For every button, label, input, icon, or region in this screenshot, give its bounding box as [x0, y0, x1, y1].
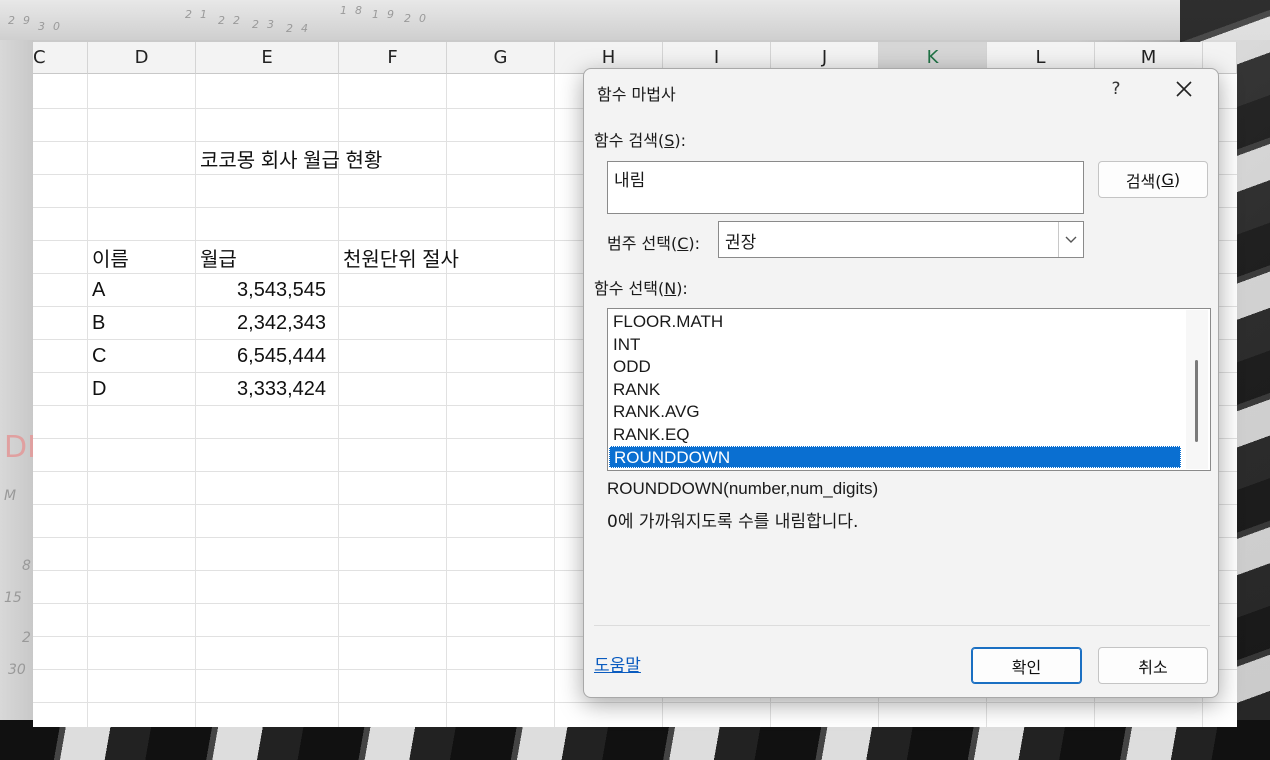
function-search-label: 함수 검색(S): [594, 127, 686, 151]
function-select-label: 함수 선택(N): [594, 275, 688, 299]
label-text: 함수 검색( [594, 131, 665, 150]
category-select[interactable]: 권장 [718, 221, 1084, 258]
name-cell[interactable]: A [92, 279, 105, 302]
column-header-d[interactable]: D [88, 42, 196, 74]
background-calendar: 29 30 21 22 23 24 18 19 20 [0, 0, 1270, 40]
background-mark: 8 [22, 558, 31, 574]
close-icon [1176, 81, 1192, 97]
column-header-e[interactable]: E [196, 42, 339, 74]
function-search-input[interactable]: 내림 [607, 161, 1084, 214]
column-header-f[interactable]: F [339, 42, 447, 74]
access-key: N [664, 279, 677, 298]
button-label: 검색( [1125, 171, 1162, 191]
grid-line [446, 74, 447, 727]
header-name-cell[interactable]: 이름 [92, 243, 129, 272]
grid-line [554, 74, 555, 727]
name-cell[interactable]: C [92, 345, 106, 368]
calendar-number: 19 [372, 8, 402, 21]
function-description: 0에 가까워지도록 수를 내림합니다. [607, 512, 859, 532]
function-list-item[interactable]: FLOOR.MATH [609, 311, 1181, 333]
search-button[interactable]: 검색(G) [1098, 161, 1208, 198]
name-cell[interactable]: B [92, 312, 105, 335]
sheet-title-cell[interactable]: 코코몽 회사 월급 현황 [200, 144, 382, 173]
salary-cell[interactable]: 3,543,545 [196, 279, 326, 302]
label-text: ): [676, 279, 688, 298]
function-wizard-dialog[interactable]: 함수 마법사 ? 함수 검색(S): 내림 검색(G) 범주 선택(C): 권장… [583, 68, 1219, 698]
function-list-item[interactable]: INT [609, 334, 1181, 356]
ok-button[interactable]: 확인 [971, 647, 1082, 684]
category-label: 범주 선택(C): [607, 230, 700, 254]
salary-cell[interactable]: 2,342,343 [196, 312, 326, 335]
help-link[interactable]: 도움말 [594, 651, 641, 676]
access-key: G [1161, 170, 1174, 189]
label-text: 함수 선택( [594, 279, 665, 298]
grid-line [87, 74, 88, 727]
column-header-c[interactable]: C [33, 42, 88, 74]
function-list-item[interactable]: RANK.EQ [609, 424, 1181, 446]
salary-cell[interactable]: 3,333,424 [196, 378, 326, 401]
chevron-down-icon[interactable] [1058, 222, 1083, 257]
name-cell[interactable]: D [92, 378, 106, 401]
background-mark: 2 [22, 630, 31, 646]
header-salary-cell[interactable]: 월급 [200, 243, 237, 272]
function-syntax: ROUNDDOWN(number,num_digits) [607, 479, 879, 498]
calendar-number: 24 [286, 22, 316, 35]
calendar-number: 29 [8, 14, 38, 27]
access-key: C [677, 234, 689, 253]
label-text: ): [688, 234, 701, 253]
calendar-number: 21 [185, 8, 215, 21]
calendar-number: 23 [252, 18, 282, 31]
salary-cell[interactable]: 6,545,444 [196, 345, 326, 368]
grid-line [33, 702, 1237, 703]
dialog-divider [594, 625, 1210, 626]
background-mark: 15 [4, 590, 22, 606]
function-list-item[interactable]: RANK [609, 379, 1181, 401]
scrollbar-thumb[interactable] [1195, 360, 1198, 442]
help-button[interactable]: ? [1109, 79, 1123, 99]
function-list-item[interactable]: RANK.AVG [609, 401, 1181, 423]
calendar-number: 20 [404, 12, 434, 25]
category-value: 권장 [725, 233, 757, 253]
dialog-title: 함수 마법사 [597, 85, 676, 104]
function-list-item-selected[interactable]: ROUNDDOWN [609, 446, 1181, 468]
listbox-scrollbar[interactable] [1186, 310, 1208, 469]
access-key: S [664, 131, 675, 150]
calendar-number: 30 [38, 20, 68, 33]
column-header-g[interactable]: G [447, 42, 555, 74]
background-mark: 30 [8, 662, 26, 678]
button-label: ) [1173, 170, 1181, 189]
function-listbox[interactable]: FLOOR.MATH INT ODD RANK RANK.AVG RANK.EQ… [607, 308, 1211, 471]
label-text: ): [674, 131, 687, 150]
calendar-number: 18 [340, 4, 370, 17]
background-mark: M [4, 488, 17, 504]
label-text: 범주 선택( [607, 234, 678, 253]
function-list-item[interactable]: ODD [609, 356, 1181, 378]
header-rounded-cell[interactable]: 천원단위 절사 [343, 243, 459, 272]
calendar-number: 22 [218, 14, 248, 27]
background-left-strip: DE M 8 15 2 30 [0, 40, 46, 730]
close-button[interactable] [1172, 77, 1196, 101]
cancel-button[interactable]: 취소 [1098, 647, 1208, 684]
